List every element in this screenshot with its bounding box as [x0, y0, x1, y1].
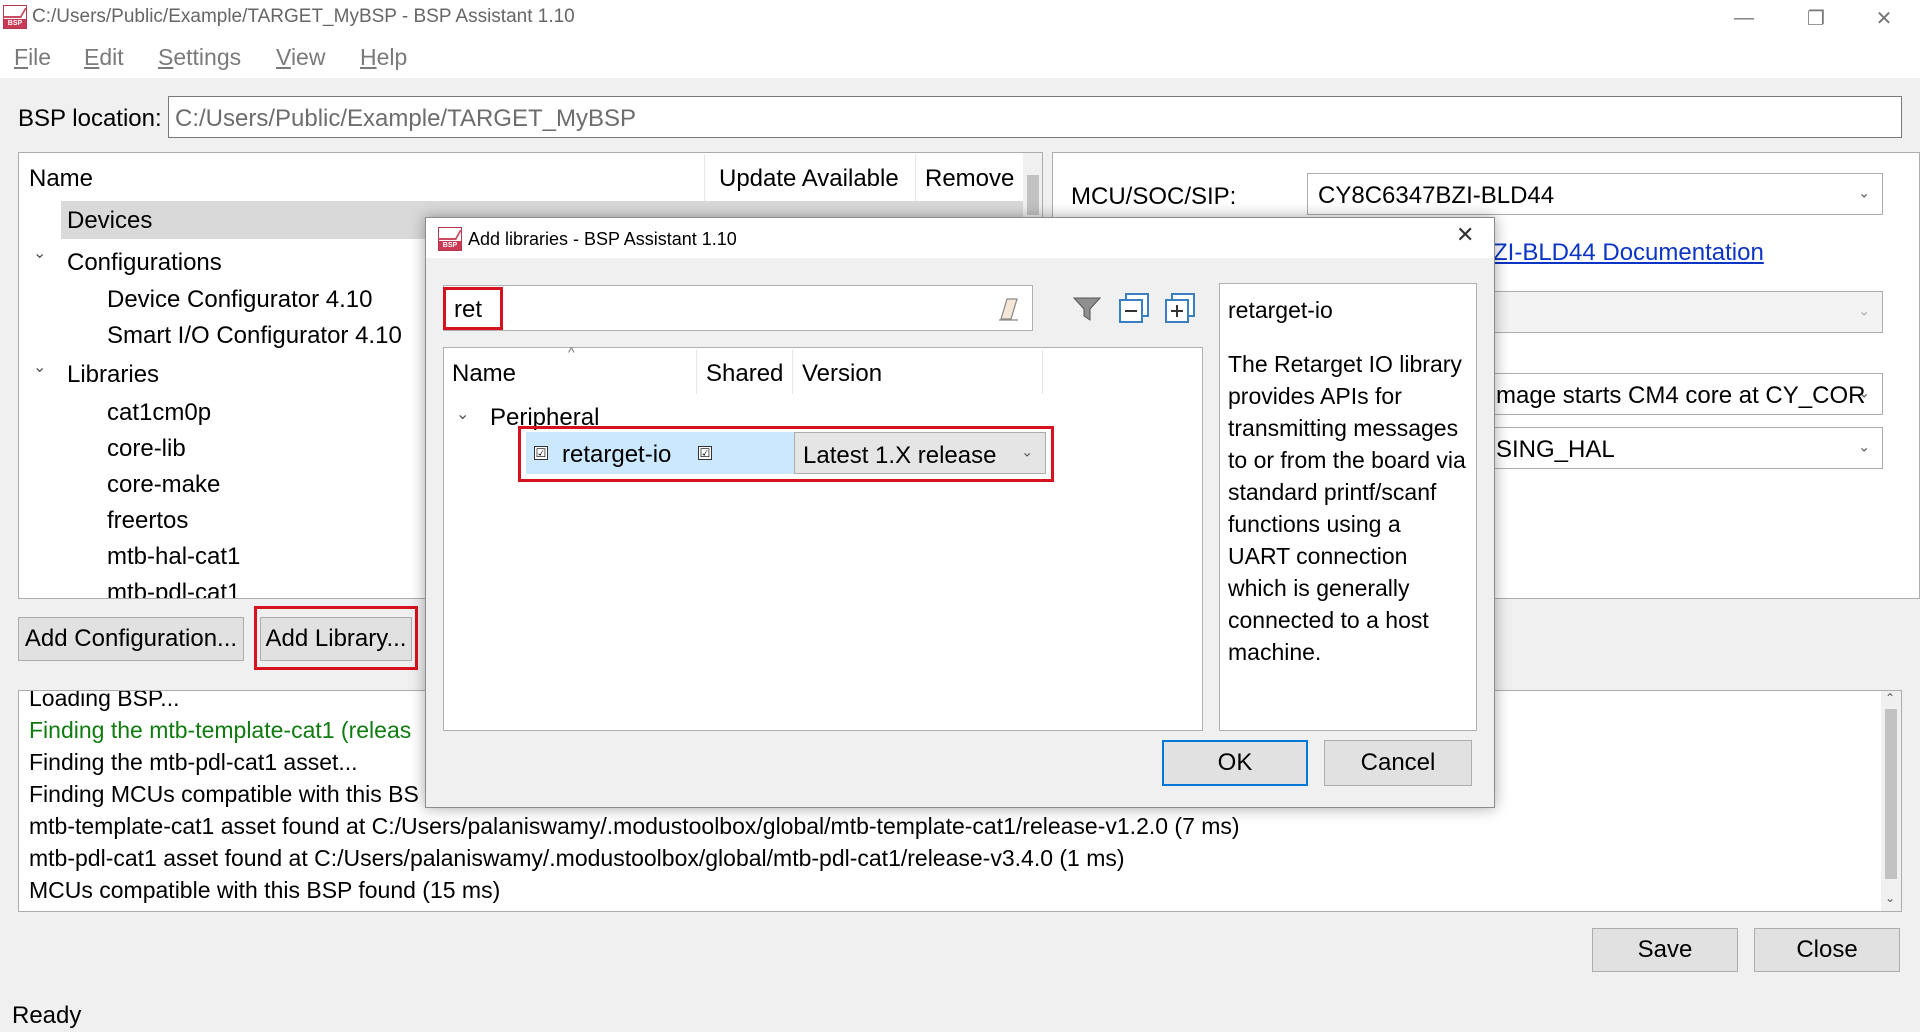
menu-edit[interactable]: Edit	[84, 44, 124, 71]
tree-item-core-make[interactable]: core-make	[107, 471, 220, 499]
documentation-link[interactable]: ZI-BLD44 Documentation	[1493, 239, 1764, 267]
ok-button[interactable]: OK	[1162, 740, 1308, 786]
minimize-icon[interactable]: —	[1712, 0, 1776, 36]
dialog-title: Add libraries - BSP Assistant 1.10	[468, 229, 737, 249]
chevron-down-icon[interactable]: ⌄	[33, 243, 46, 263]
chevron-down-icon: ⌄	[1858, 384, 1870, 401]
filter-icon[interactable]	[1072, 294, 1102, 324]
add-library-button[interactable]: Add Library...	[260, 617, 412, 661]
tree-item-mtb-pdl-cat1[interactable]: mtb-pdl-cat1	[107, 579, 240, 598]
tree-item-cat1cm0p[interactable]: cat1cm0p	[107, 399, 211, 427]
tree-column-name[interactable]: Name	[29, 165, 93, 193]
dialog-close-icon[interactable]: ✕	[1456, 222, 1474, 248]
status-text: Ready	[12, 1002, 82, 1029]
menu-help[interactable]: Help	[360, 44, 407, 71]
tree-item-freertos[interactable]: freertos	[107, 507, 188, 535]
option-select-4[interactable]: mage starts CM4 core at CY_COR ⌄	[1493, 373, 1883, 415]
expand-all-icon[interactable]	[1164, 292, 1196, 324]
log-line: mtb-pdl-cat1 asset found at C:/Users/pal…	[29, 845, 1125, 871]
log-scrollbar[interactable]: ⌃ ⌄	[1881, 691, 1901, 911]
annotation-highlight	[443, 287, 503, 330]
chevron-down-icon: ⌄	[1858, 184, 1870, 201]
chevron-down-icon[interactable]: ⌄	[33, 357, 46, 377]
tree-item-mtb-hal-cat1[interactable]: mtb-hal-cat1	[107, 543, 240, 571]
log-line: mtb-template-cat1 asset found at C:/User…	[29, 813, 1240, 839]
chevron-down-icon: ⌄	[1858, 438, 1870, 455]
eraser-icon[interactable]	[997, 295, 1019, 321]
mcu-label: MCU/SOC/SIP:	[1071, 183, 1237, 210]
close-window-icon[interactable]: ✕	[1852, 0, 1916, 36]
library-column-name[interactable]: Name	[452, 360, 516, 388]
library-description-panel: retarget-io The Retarget IO library prov…	[1219, 283, 1477, 731]
tree-item-core-lib[interactable]: core-lib	[107, 435, 186, 463]
dialog-title-bar: BSP Add libraries - BSP Assistant 1.10 ✕	[426, 218, 1494, 258]
option-select-5[interactable]: SING_HAL ⌄	[1493, 427, 1883, 469]
log-line: Finding MCUs compatible with this BS	[29, 781, 419, 807]
window-title-bar: BSP C:/Users/Public/Example/TARGET_MyBSP…	[0, 0, 1920, 36]
option-select-3[interactable]: ⌄	[1493, 291, 1883, 333]
sort-indicator-icon: ^	[568, 344, 575, 360]
library-list: ^ Name Shared Version ⌄ Peripheral ☑ ret…	[443, 344, 1203, 731]
menu-settings[interactable]: Settings	[158, 44, 241, 71]
bsp-app-icon: BSP	[438, 227, 462, 251]
description-title: retarget-io	[1228, 297, 1333, 323]
log-line: Finding the mtb-pdl-cat1 asset...	[29, 749, 358, 775]
cancel-button[interactable]: Cancel	[1324, 740, 1472, 786]
bsp-location-label: BSP location:	[18, 105, 162, 132]
log-line: Loading BSP...	[29, 690, 180, 711]
add-configuration-button[interactable]: Add Configuration...	[18, 617, 244, 661]
log-line: MCUs compatible with this BSP found (15 …	[29, 877, 501, 903]
add-libraries-dialog: BSP Add libraries - BSP Assistant 1.10 ✕…	[425, 217, 1495, 808]
window-title: C:/Users/Public/Example/TARGET_MyBSP - B…	[32, 6, 575, 27]
bsp-location-value: C:/Users/Public/Example/TARGET_MyBSP	[175, 105, 637, 132]
chevron-down-icon: ⌄	[1858, 302, 1870, 319]
menu-view[interactable]: View	[276, 44, 325, 71]
collapse-all-icon[interactable]	[1118, 292, 1150, 324]
close-button[interactable]: Close	[1754, 928, 1900, 972]
description-text: The Retarget IO library provides APIs fo…	[1228, 351, 1466, 665]
annotation-highlight	[518, 426, 1054, 482]
log-line: Finding the mtb-template-cat1 (releas	[29, 717, 412, 743]
library-column-shared[interactable]: Shared	[706, 360, 783, 388]
bsp-app-icon: BSP	[3, 5, 27, 29]
mcu-select[interactable]: CY8C6347BZI-BLD44 ⌄	[1307, 173, 1883, 215]
tree-column-remove[interactable]: Remove	[925, 165, 1014, 193]
chevron-down-icon[interactable]: ⌄	[456, 404, 469, 424]
tree-item-smart-io-configurator[interactable]: Smart I/O Configurator 4.10	[107, 322, 402, 350]
library-search-input[interactable]: ret	[443, 285, 1033, 331]
tree-item-libraries[interactable]: Libraries	[67, 361, 159, 389]
tree-item-device-configurator[interactable]: Device Configurator 4.10	[107, 286, 372, 314]
menu-file[interactable]: File	[14, 44, 51, 71]
library-column-version[interactable]: Version	[802, 360, 882, 388]
menu-bar: File Edit Settings View Help	[0, 36, 1920, 78]
bsp-location-field[interactable]: C:/Users/Public/Example/TARGET_MyBSP	[168, 96, 1902, 138]
save-button[interactable]: Save	[1592, 928, 1738, 972]
tree-item-configurations[interactable]: Configurations	[67, 249, 222, 277]
restore-icon[interactable]: ❐	[1784, 0, 1848, 36]
tree-column-update-available[interactable]: Update Available	[719, 165, 899, 193]
